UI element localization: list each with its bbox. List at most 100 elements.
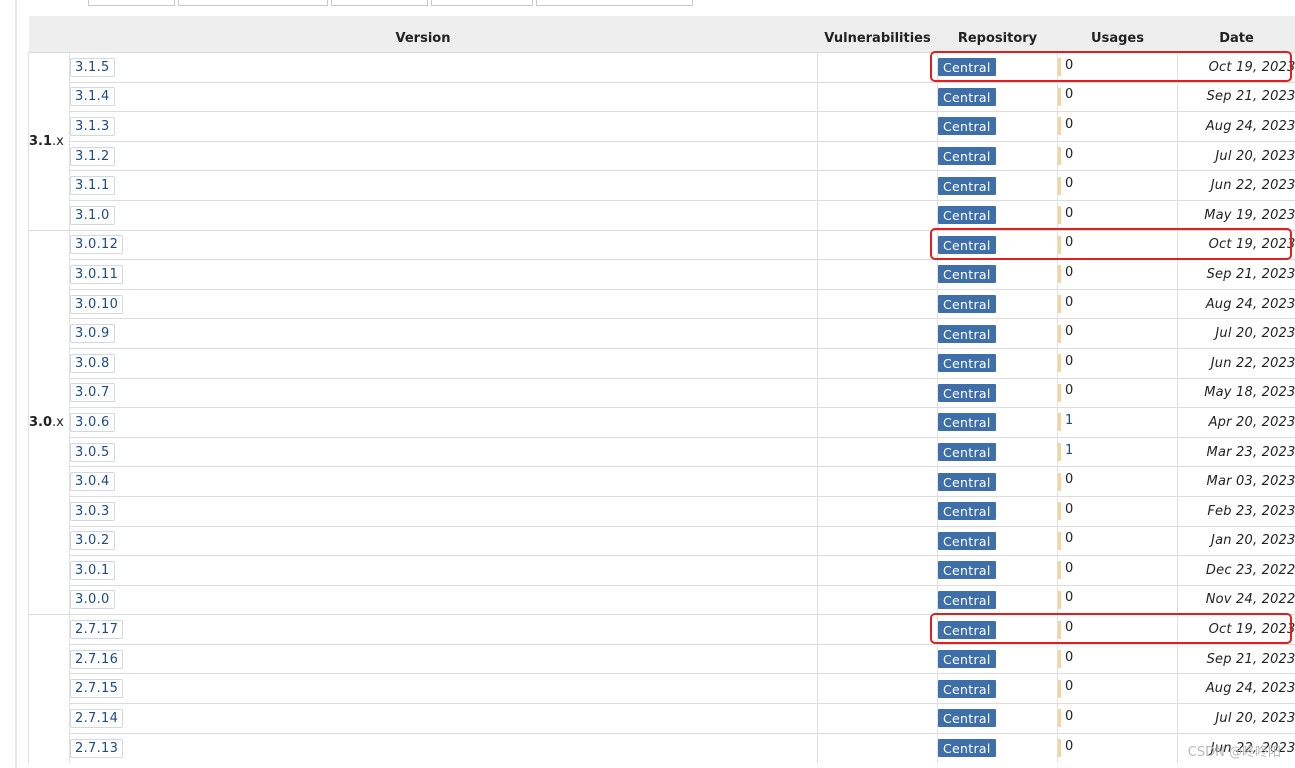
release-date: Jul 20, 2023	[1177, 140, 1295, 171]
repository-cell: Central	[937, 436, 1058, 467]
usage-count: 0	[1065, 205, 1074, 221]
vulnerabilities-cell	[817, 732, 938, 763]
repository-badge[interactable]: Central	[938, 354, 996, 373]
repository-badge[interactable]: Central	[938, 87, 996, 106]
version-cell: 3.0.2	[69, 525, 818, 556]
table-row: 3.1.4 Central 0 Sep 21, 2023	[29, 81, 1295, 112]
version-link[interactable]: 3.0.1	[70, 560, 115, 580]
repository-badge[interactable]: Central	[938, 620, 996, 639]
usage-count[interactable]: 1	[1065, 413, 1073, 428]
usage-count[interactable]: 1	[1065, 443, 1073, 458]
usage-count: 0	[1065, 501, 1074, 517]
version-link[interactable]: 3.0.9	[70, 324, 115, 344]
usage-bar	[1058, 561, 1061, 580]
repository-badge[interactable]: Central	[938, 679, 996, 698]
repository-cell: Central	[937, 229, 1058, 260]
repository-badge[interactable]: Central	[938, 383, 996, 402]
version-link[interactable]: 3.0.10	[70, 294, 124, 314]
version-link[interactable]: 2.7.14	[70, 708, 124, 728]
version-link[interactable]: 3.0.12	[70, 235, 124, 255]
repository-badge[interactable]: Central	[938, 650, 996, 669]
vulnerabilities-cell	[817, 199, 938, 231]
version-cell: 3.0.12	[69, 229, 818, 260]
tab-edge[interactable]	[431, 0, 533, 6]
usage-count: 0	[1065, 294, 1074, 310]
version-link[interactable]: 3.0.11	[70, 264, 124, 284]
repository-cell: Central	[937, 584, 1058, 615]
repository-badge[interactable]: Central	[938, 58, 996, 77]
release-date: Aug 24, 2023	[1177, 288, 1295, 319]
table-row: 3.0.8 Central 0 Jun 22, 2023	[29, 347, 1295, 379]
usage-count: 0	[1065, 679, 1074, 695]
repository-badge[interactable]: Central	[938, 324, 996, 343]
repository-cell: Central	[937, 140, 1058, 171]
usage-bar	[1058, 620, 1061, 639]
repository-badge[interactable]: Central	[938, 265, 996, 284]
version-link[interactable]: 3.0.8	[70, 353, 115, 373]
repository-badge[interactable]: Central	[938, 235, 996, 254]
date-column-header[interactable]: Date	[1177, 16, 1295, 53]
usage-bar	[1058, 147, 1061, 166]
repository-badge[interactable]: Central	[938, 206, 996, 225]
version-link[interactable]: 3.0.6	[70, 412, 115, 432]
repository-badge[interactable]: Central	[938, 472, 996, 491]
repository-badge[interactable]: Central	[938, 443, 996, 462]
usage-bar	[1058, 206, 1061, 225]
version-link[interactable]: 3.0.3	[70, 501, 115, 521]
repository-cell: Central	[937, 318, 1058, 349]
version-link[interactable]: 3.1.0	[70, 205, 115, 225]
vulnerabilities-cell	[817, 140, 938, 171]
usages-cell: 0	[1057, 732, 1178, 763]
vulnerabilities-cell	[817, 111, 938, 142]
version-link[interactable]: 3.1.3	[70, 116, 115, 136]
repository-badge[interactable]: Central	[938, 147, 996, 166]
version-link[interactable]: 3.0.5	[70, 442, 115, 462]
table-row: 3.0.1 Central 0 Dec 23, 2022	[29, 555, 1295, 586]
tab-edge[interactable]	[88, 0, 175, 6]
usage-count: 0	[1065, 708, 1074, 724]
version-link[interactable]: 3.1.4	[70, 87, 115, 107]
repository-badge[interactable]: Central	[938, 739, 996, 758]
version-cell: 3.0.8	[69, 347, 818, 379]
vulnerabilities-cell	[817, 643, 938, 674]
version-link[interactable]: 3.0.4	[70, 472, 115, 492]
version-column-header[interactable]: Version	[28, 16, 818, 53]
repository-cell: Central	[937, 466, 1058, 497]
usage-count: 0	[1065, 324, 1074, 340]
version-link[interactable]: 2.7.15	[70, 679, 124, 699]
tab-edge[interactable]	[536, 0, 693, 6]
version-link[interactable]: 3.0.7	[70, 383, 115, 403]
version-link[interactable]: 2.7.17	[70, 620, 124, 640]
repository-badge[interactable]: Central	[938, 295, 996, 314]
usages-column-header[interactable]: Usages	[1057, 16, 1178, 53]
version-link[interactable]: 3.0.0	[70, 590, 115, 610]
version-link[interactable]: 2.7.13	[70, 738, 124, 758]
version-link[interactable]: 3.0.2	[70, 531, 115, 551]
repository-cell: Central	[937, 347, 1058, 379]
repository-badge[interactable]: Central	[938, 176, 996, 195]
repository-cell: Central	[937, 170, 1058, 201]
usage-bar	[1058, 679, 1061, 698]
repository-badge[interactable]: Central	[938, 709, 996, 728]
version-link[interactable]: 3.1.2	[70, 146, 115, 166]
repository-badge[interactable]: Central	[938, 561, 996, 580]
version-link[interactable]: 2.7.16	[70, 649, 124, 669]
tab-edge[interactable]	[331, 0, 428, 6]
repository-badge[interactable]: Central	[938, 413, 996, 432]
repository-badge[interactable]: Central	[938, 502, 996, 521]
repository-badge[interactable]: Central	[938, 117, 996, 136]
version-link[interactable]: 3.1.1	[70, 176, 115, 196]
table-row: 3.0.10 Central 0 Aug 24, 2023	[29, 288, 1295, 319]
version-link[interactable]: 3.1.5	[70, 57, 115, 77]
repository-badge[interactable]: Central	[938, 531, 996, 550]
repository-badge[interactable]: Central	[938, 590, 996, 609]
usages-cell: 0	[1057, 555, 1178, 586]
usages-cell: 0	[1057, 229, 1178, 260]
tab-edge[interactable]	[178, 0, 328, 6]
group-suffix: .x	[52, 414, 64, 430]
vulnerabilities-cell	[817, 703, 938, 734]
table-row: 3.1.2 Central 0 Jul 20, 2023	[29, 140, 1295, 171]
usage-bar	[1058, 58, 1061, 77]
usage-count: 0	[1065, 560, 1074, 576]
usage-bar	[1058, 324, 1061, 343]
